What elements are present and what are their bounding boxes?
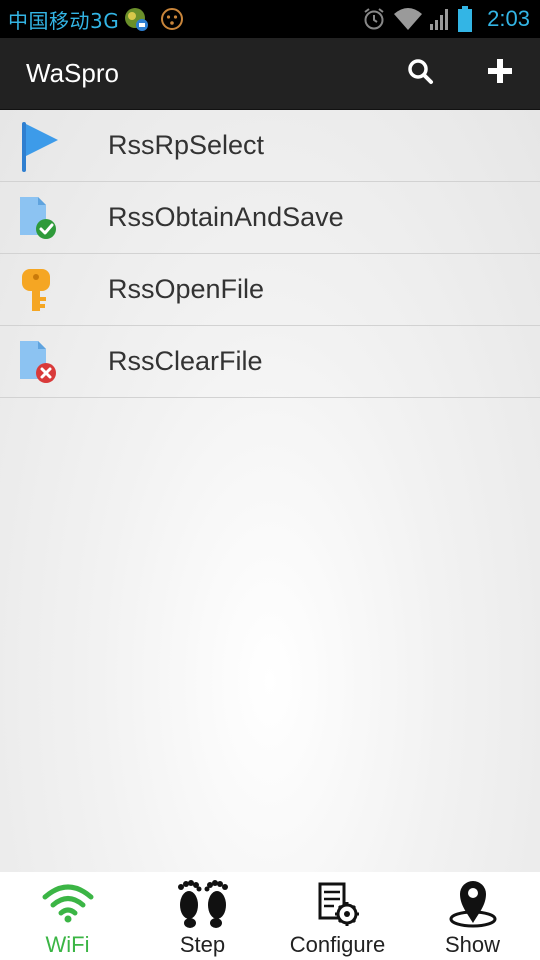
- tab-label: Step: [179, 932, 226, 957]
- list-item-label: RssRpSelect: [108, 130, 265, 160]
- action-bar: WaSpro: [0, 38, 540, 110]
- app-title: WaSpro: [26, 58, 119, 88]
- tab-label: Show: [444, 932, 501, 957]
- cell-signal-icon: [429, 6, 451, 32]
- tab-label: WiFi: [45, 932, 90, 957]
- list-item-label: RssOpenFile: [108, 274, 265, 304]
- battery-icon: [457, 5, 473, 33]
- wifi-signal-icon: [393, 6, 423, 32]
- add-button[interactable]: [460, 38, 540, 110]
- list-item-label: RssObtainAndSave: [108, 202, 344, 232]
- alarm-icon: [361, 6, 387, 32]
- tab-wifi[interactable]: WiFi: [0, 872, 135, 960]
- list-item-label: RssClearFile: [108, 346, 263, 376]
- add-icon: [486, 57, 514, 90]
- status-bar: 中国移动3G 2:03: [0, 0, 540, 38]
- command-list: RssRpSelect RssObtainAndSave RssOpenFile: [0, 110, 540, 872]
- list-item-rssclearfile[interactable]: RssClearFile: [0, 326, 540, 398]
- map-pin-icon: [447, 876, 499, 930]
- search-button[interactable]: [380, 38, 460, 110]
- key-icon: [0, 254, 108, 326]
- file-delete-icon: [0, 326, 108, 398]
- carrier-label: 中国移动3G: [8, 8, 120, 33]
- list-item-rssobtainandsave[interactable]: RssObtainAndSave: [0, 182, 540, 254]
- emoji-notification-icon: [159, 6, 185, 32]
- search-icon: [406, 57, 434, 90]
- app-notification-icon: [123, 6, 149, 32]
- clock: 2:03: [487, 6, 530, 31]
- flag-icon: [0, 110, 108, 182]
- tab-show[interactable]: Show: [405, 872, 540, 960]
- bottom-navigation: WiFi Step Configure Show: [0, 872, 540, 960]
- configure-icon: [315, 876, 361, 930]
- tab-step[interactable]: Step: [135, 872, 270, 960]
- list-item-rssopenfile[interactable]: RssOpenFile: [0, 254, 540, 326]
- wifi-icon: [42, 876, 94, 930]
- file-check-icon: [0, 182, 108, 254]
- footprints-icon: [175, 876, 231, 930]
- tab-label: Configure: [289, 932, 386, 957]
- tab-configure[interactable]: Configure: [270, 872, 405, 960]
- list-item-rssrpselect[interactable]: RssRpSelect: [0, 110, 540, 182]
